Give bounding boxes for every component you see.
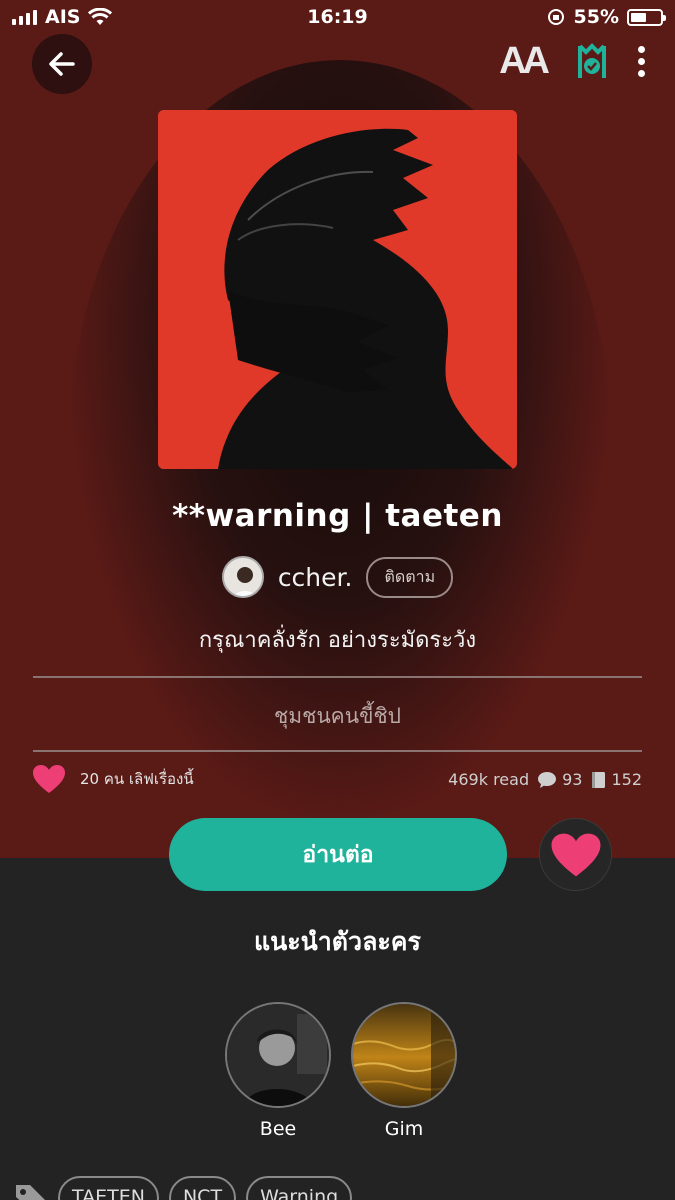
story-cover-image bbox=[158, 110, 517, 469]
character-list: Bee Gim bbox=[225, 1002, 457, 1140]
story-category[interactable]: ชุมชนคนขี้ชิป bbox=[0, 700, 675, 733]
font-size-icon[interactable]: AA bbox=[499, 40, 550, 83]
follow-button[interactable]: ติดตาม bbox=[366, 556, 454, 598]
chapter-stat: 152 bbox=[590, 770, 642, 789]
character-item[interactable]: Bee bbox=[225, 1002, 331, 1140]
heart-icon bbox=[551, 833, 600, 876]
favorite-button[interactable] bbox=[539, 818, 612, 891]
author-row: ccher. ติดตาม bbox=[0, 556, 675, 598]
comment-count: 93 bbox=[562, 770, 583, 789]
tag-list: TAETEN NCT Warning bbox=[14, 1176, 353, 1200]
character-name: Bee bbox=[259, 1118, 297, 1140]
chapter-count: 152 bbox=[611, 770, 642, 789]
back-button[interactable] bbox=[32, 34, 92, 94]
book-icon bbox=[592, 771, 606, 788]
status-bar: AIS 16:19 55% bbox=[0, 0, 675, 34]
tag-chip[interactable]: TAETEN bbox=[58, 1176, 159, 1200]
character-name: Gim bbox=[384, 1118, 424, 1140]
character-item[interactable]: Gim bbox=[351, 1002, 457, 1140]
continue-reading-button[interactable]: อ่านต่อ bbox=[169, 818, 507, 891]
battery-fill bbox=[631, 12, 647, 22]
battery-icon bbox=[627, 8, 666, 26]
arrow-left-icon bbox=[49, 52, 75, 76]
cover-silhouette bbox=[158, 110, 517, 469]
divider bbox=[33, 676, 642, 678]
tag-chip[interactable]: Warning bbox=[246, 1176, 353, 1200]
read-count: 469k read bbox=[448, 770, 530, 789]
comment-icon bbox=[538, 771, 557, 788]
character-avatar[interactable] bbox=[351, 1002, 457, 1108]
story-title: **warning | taeten bbox=[172, 498, 503, 534]
avatar[interactable] bbox=[221, 556, 264, 598]
tag-chip[interactable]: NCT bbox=[168, 1176, 237, 1200]
stats-row: 20 คน เลิฟเรื่องนี้ 469k read 93 152 bbox=[32, 764, 642, 800]
author-name[interactable]: ccher. bbox=[278, 563, 353, 592]
comment-stat: 93 bbox=[537, 770, 582, 789]
tag-icon bbox=[16, 1185, 45, 1200]
battery-percent: 55% bbox=[573, 6, 619, 28]
offline-check-icon[interactable] bbox=[574, 42, 610, 82]
status-right: 55% bbox=[546, 6, 666, 28]
more-vertical-icon[interactable] bbox=[638, 46, 645, 77]
story-tagline: กรุณาคลั่งรัก อย่างระมัดระวัง bbox=[198, 628, 477, 653]
love-stat: 20 คน เลิฟเรื่องนี้ bbox=[32, 764, 194, 794]
orientation-lock-icon bbox=[547, 9, 564, 25]
divider bbox=[33, 750, 642, 752]
story-stats: 469k read 93 152 bbox=[448, 770, 642, 789]
heart-icon[interactable] bbox=[32, 764, 66, 794]
love-count-text: 20 คน เลิฟเรื่องนี้ bbox=[80, 770, 194, 788]
characters-section-title: แนะนำตัวละคร bbox=[254, 927, 421, 956]
header-actions: AA bbox=[499, 40, 645, 83]
character-avatar[interactable] bbox=[225, 1002, 331, 1108]
